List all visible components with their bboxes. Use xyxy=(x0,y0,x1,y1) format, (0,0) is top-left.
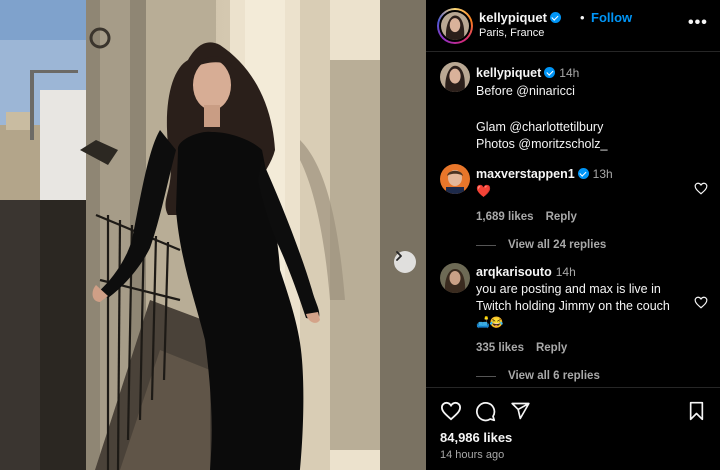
caption-username[interactable]: kellypiquet xyxy=(476,66,541,80)
verified-badge-icon xyxy=(544,67,556,78)
author-username-text[interactable]: kellypiquet xyxy=(479,10,547,25)
avatar-image xyxy=(441,12,469,40)
caption-line: Photos @moritzscholz_ xyxy=(476,137,608,151)
comment-like-heart-icon[interactable] xyxy=(694,296,708,309)
more-options-button[interactable]: ••• xyxy=(688,14,708,32)
comments-section: kellypiquet 14h Before @ninaricci Glam @c… xyxy=(426,53,720,387)
caption-line: Before @ninaricci xyxy=(476,84,575,98)
avatar-image xyxy=(440,164,470,194)
comment-avatar[interactable] xyxy=(440,164,470,194)
comment-like-heart-icon[interactable] xyxy=(694,182,708,195)
photo-scene xyxy=(0,0,426,470)
post-header: kellypiquet • Follow Paris, France ••• xyxy=(426,0,720,52)
avatar-image xyxy=(440,263,470,293)
comment-meta: 1,689 likes Reply xyxy=(476,211,696,223)
chevron-right-icon xyxy=(396,251,402,261)
verified-badge-icon xyxy=(549,12,561,23)
comment-meta: 335 likes Reply xyxy=(476,342,691,354)
bookmark-icon[interactable] xyxy=(688,401,705,421)
comment-username[interactable]: maxverstappen1 xyxy=(476,167,575,181)
heart-icon[interactable] xyxy=(440,401,462,421)
separator-dot: • xyxy=(580,10,585,25)
share-icon[interactable] xyxy=(510,401,531,421)
next-photo-button[interactable] xyxy=(394,251,416,273)
avatar xyxy=(439,10,471,42)
comment: maxverstappen1 13h ❤️ 1,689 likes Reply Vi… xyxy=(476,165,696,251)
comment-emoji: 🛋️😂 xyxy=(476,317,504,329)
view-replies-button[interactable]: View all 24 replies xyxy=(476,239,696,251)
author-avatar-ring[interactable] xyxy=(437,8,473,44)
post-actions: 84,986 likes 14 hours ago xyxy=(426,387,720,470)
caption-avatar[interactable] xyxy=(440,62,470,92)
comment: arqkarisouto 14h you are posting and max … xyxy=(476,263,691,382)
comment-time[interactable]: 13h xyxy=(593,167,613,181)
avatar-image xyxy=(440,62,470,92)
comment-time[interactable]: 14h xyxy=(556,265,576,279)
post-location[interactable]: Paris, France xyxy=(479,27,544,39)
caption: kellypiquet 14h Before @ninaricci Glam @c… xyxy=(476,64,706,153)
reply-button[interactable]: Reply xyxy=(536,342,567,354)
post-photo xyxy=(0,0,426,470)
reply-button[interactable]: Reply xyxy=(546,211,577,223)
author-username[interactable]: kellypiquet xyxy=(479,10,561,25)
post-timestamp[interactable]: 14 hours ago xyxy=(440,449,504,461)
comment-likes[interactable]: 1,689 likes xyxy=(476,211,534,223)
comment-username[interactable]: arqkarisouto xyxy=(476,265,552,279)
post-likes-count[interactable]: 84,986 likes xyxy=(440,430,512,445)
verified-badge-icon xyxy=(577,168,589,179)
view-replies-button[interactable]: View all 6 replies xyxy=(476,370,691,382)
comment-likes[interactable]: 335 likes xyxy=(476,342,524,354)
comment-icon[interactable] xyxy=(475,401,496,422)
follow-button[interactable]: Follow xyxy=(591,10,632,25)
caption-line: Glam @charlottetilbury xyxy=(476,120,604,134)
post-sidebar: kellypiquet • Follow Paris, France ••• k… xyxy=(426,0,720,470)
comment-text: you are posting and max is live in Twitc… xyxy=(476,282,670,313)
caption-time[interactable]: 14h xyxy=(559,66,579,80)
comment-avatar[interactable] xyxy=(440,263,470,293)
comment-text: ❤️ xyxy=(476,184,491,198)
